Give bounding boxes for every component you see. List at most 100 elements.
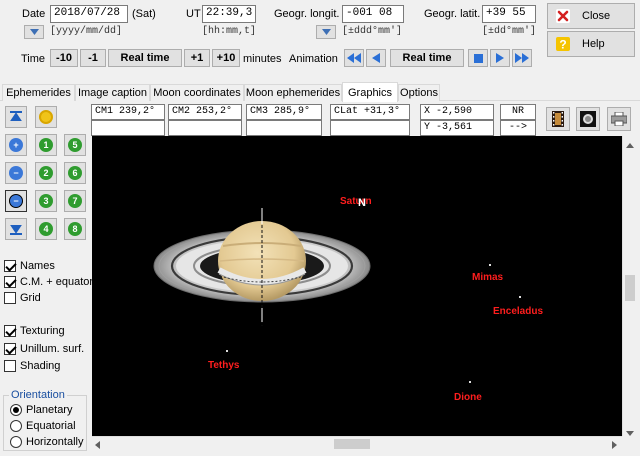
animation-realtime-button[interactable]: Real time [390,49,464,67]
plus-icon: + [9,138,23,152]
print-button[interactable] [607,107,631,131]
zoom-out-button[interactable]: − [5,162,27,184]
tab-graphics[interactable]: Graphics [342,82,398,102]
planet-label: Saturn [340,196,372,207]
tab-options[interactable]: Options [398,84,440,101]
mimas-label: Mimas [472,272,504,283]
horizontal-scroll-thumb[interactable] [334,439,370,449]
texturing-checkbox[interactable]: Texturing [4,325,65,337]
tethys-dot [226,350,228,352]
close-button[interactable]: Close [547,3,635,29]
vertical-scroll-thumb[interactable] [625,275,635,301]
grid-checkbox[interactable]: Grid [4,292,41,304]
collapse-button[interactable] [5,106,27,128]
play-button[interactable] [490,49,510,67]
scroll-up-icon[interactable] [626,139,634,151]
image-button[interactable] [576,107,600,131]
fast-forward-icon [515,53,529,63]
fast-forward-button[interactable] [512,49,532,67]
ut-input[interactable]: 22:39,3 [202,5,256,23]
latitude-input[interactable]: +39 55 [482,5,536,23]
minus-10-minutes-button[interactable]: -10 [50,49,78,67]
help-button[interactable]: ? Help [547,31,635,57]
nr-readout: NR [500,104,536,120]
film-icon [552,111,564,127]
tab-moon-coordinates[interactable]: Moon coordinates [150,84,244,101]
zoom-level-3-button[interactable]: 3 [35,190,57,212]
cm3-blank [246,120,322,136]
film-button[interactable] [546,107,570,131]
minus-icon: − [9,166,23,180]
graphics-canvas[interactable]: Saturn N Mimas Enceladus Tethys Dione [92,136,622,436]
zoom-level-1-button[interactable]: 1 [35,134,57,156]
latitude-format-hint: [±dd°mm'] [482,26,537,37]
zoom-level-6-button[interactable]: 6 [64,162,86,184]
shading-checkbox[interactable]: Shading [4,360,60,372]
tab-image-caption[interactable]: Image caption [75,84,150,101]
tab-ephemerides[interactable]: Ephemerides [2,84,75,101]
orientation-planetary-radio[interactable]: Planetary [10,404,72,416]
minus-1-minute-button[interactable]: -1 [80,49,106,67]
date-dropdown[interactable] [24,25,44,39]
expand-arrows-icon [10,225,22,235]
vertical-scrollbar[interactable] [622,136,636,436]
help-icon: ? [556,37,570,51]
ring-icon [39,110,53,124]
stop-button[interactable] [468,49,488,67]
scroll-left-icon[interactable] [95,440,100,452]
zoom-level-label: 4 [39,222,53,236]
svg-text:?: ? [559,38,566,52]
cm-equator-checkbox[interactable]: C.M. + equator [4,276,93,288]
zoom-level-5-button[interactable]: 5 [64,134,86,156]
fast-rewind-icon [347,53,361,63]
ut-label: UT [186,8,201,20]
time-realtime-button[interactable]: Real time [108,49,182,67]
cm2-readout: CM2 253,2° [168,104,242,120]
shading-label: Shading [20,360,61,372]
horizontal-scrollbar[interactable] [92,436,622,450]
cm1-blank [91,120,165,136]
stop-icon [473,53,483,63]
zoom-level-8-button[interactable]: 8 [64,218,86,240]
rewind-fast-button[interactable] [344,49,364,67]
printer-icon [611,112,627,126]
play-backward-icon [372,53,380,63]
play-icon [496,53,504,63]
rewind-button[interactable] [366,49,386,67]
enceladus-label: Enceladus [493,306,544,317]
unillum-checkbox[interactable]: Unillum. surf. [4,343,84,355]
names-checkbox[interactable]: Names [4,260,55,272]
zoom-in-button[interactable]: + [5,134,27,156]
expand-button[interactable] [5,218,27,240]
help-label: Help [582,38,605,50]
checkbox-box [4,343,16,355]
plus-10-minutes-button[interactable]: +10 [212,49,240,67]
date-input[interactable]: 2018/07/28 [50,5,128,23]
radio-dot [10,404,22,416]
zoom-level-label: 2 [39,166,53,180]
plus-1-minute-button[interactable]: +1 [184,49,210,67]
reset-zoom-button[interactable]: − [5,190,27,212]
longitude-dropdown[interactable] [316,25,336,39]
checkbox-box [4,276,16,288]
zoom-level-2-button[interactable]: 2 [35,162,57,184]
x-coordinate-readout: X -2,590 [420,104,494,120]
radio-dot [10,420,22,432]
checkbox-box [4,360,16,372]
center-ring-button[interactable] [35,106,57,128]
tab-moon-ephemerides[interactable]: Moon ephemerides [244,84,342,101]
clat-blank [330,120,410,136]
zoom-level-label: 8 [68,222,82,236]
longitude-input[interactable]: -001 08 [342,5,404,23]
orientation-horizontally-radio[interactable]: Horizontally [10,436,83,448]
grid-label: Grid [20,292,41,304]
zoom-level-7-button[interactable]: 7 [64,190,86,212]
planet-image-icon [580,111,596,127]
orientation-equatorial-radio[interactable]: Equatorial [10,420,76,432]
enceladus-dot [519,296,521,298]
zoom-level-4-button[interactable]: 4 [35,218,57,240]
zoom-level-label: 5 [68,138,82,152]
longitude-label: Geogr. longit. [274,8,340,20]
scroll-down-icon[interactable] [626,427,634,439]
scroll-right-icon[interactable] [612,440,617,452]
